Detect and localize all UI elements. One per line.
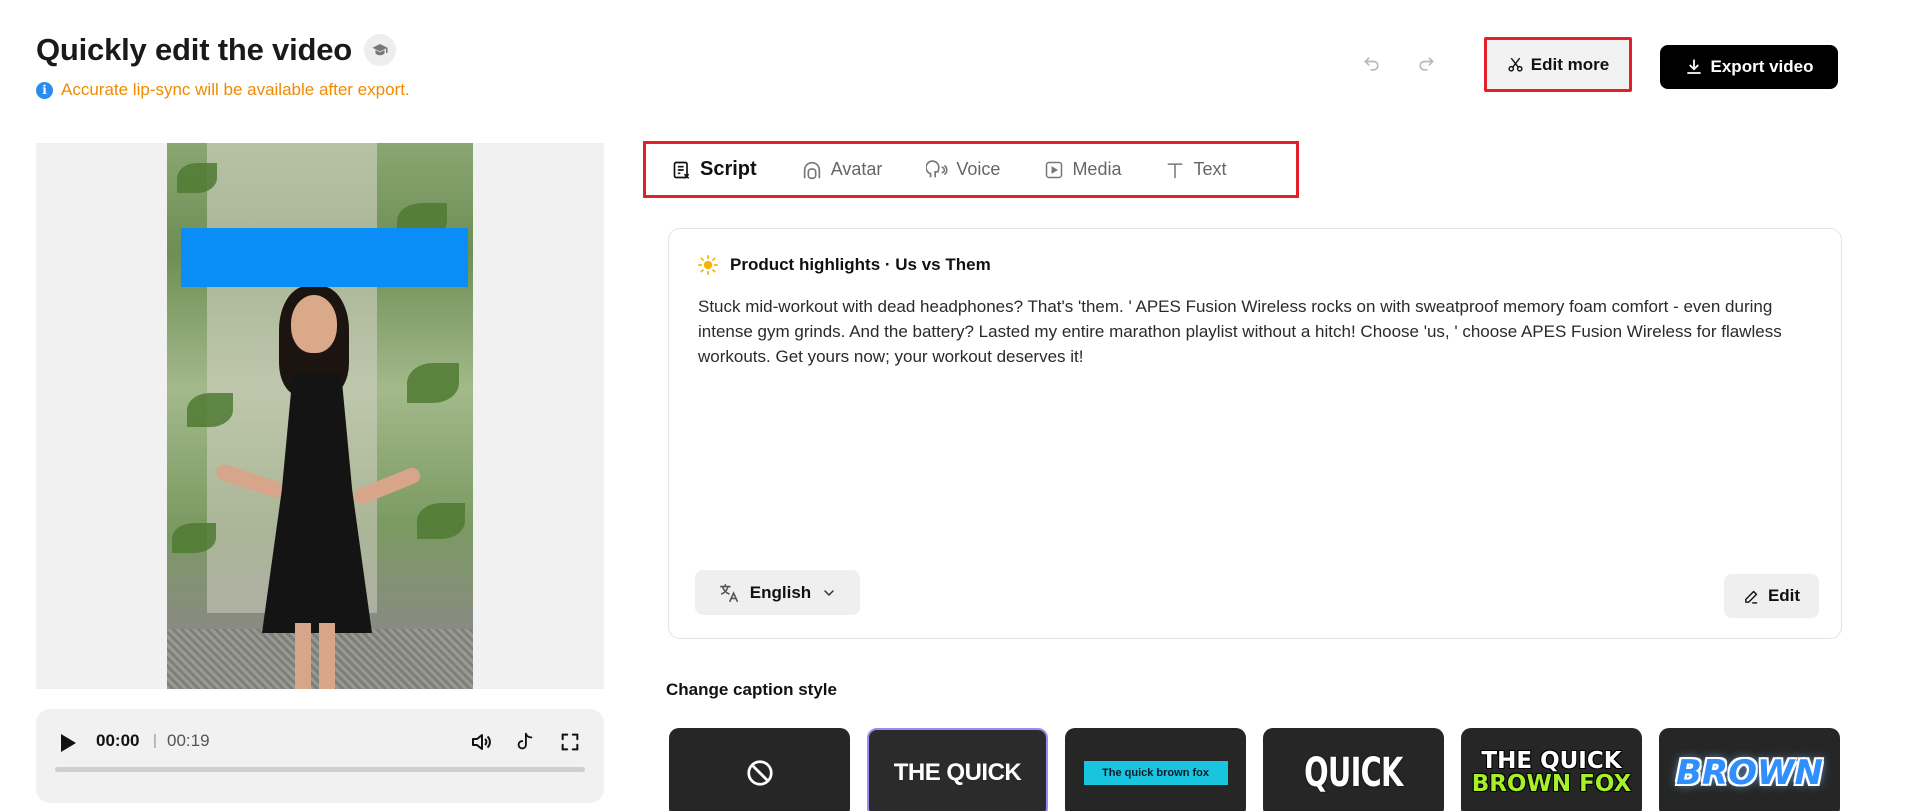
caption-overlay-bar[interactable]: [181, 228, 468, 287]
leaf: [177, 163, 217, 193]
pencil-icon: [1745, 590, 1758, 604]
caption-sample-combo-line1: THE QUICK: [1481, 748, 1622, 774]
no-style-icon: [746, 760, 773, 786]
caption-sample-impact: QUICK: [1304, 750, 1403, 796]
caption-style-none[interactable]: [669, 728, 850, 811]
caption-style-the-quick[interactable]: THE QUICK: [867, 728, 1048, 811]
play-icon[interactable]: [58, 731, 82, 759]
caption-style-quick-brown-fox-banner[interactable]: The quick brown fox: [1065, 728, 1246, 811]
tab-voice[interactable]: Voice: [926, 159, 1000, 181]
caption-styles-list: THE QUICK The quick brown fox QUICK THE …: [669, 728, 1840, 811]
tab-avatar[interactable]: Avatar: [801, 159, 883, 181]
translate-icon: [719, 583, 738, 602]
caption-sample-banner: The quick brown fox: [1083, 761, 1228, 785]
tab-voice-label: Voice: [956, 159, 1001, 179]
tab-script-label: Script: [700, 158, 757, 180]
page-title: Quickly edit the video: [36, 32, 353, 67]
tab-avatar-label: Avatar: [830, 159, 883, 179]
script-card: Product highlights · Us vs Them Stuck mi…: [668, 228, 1842, 639]
tab-media-label: Media: [1072, 159, 1122, 179]
person-legs: [295, 623, 335, 689]
caption-sample-the-quick: THE QUICK: [893, 759, 1022, 786]
script-icon: [673, 161, 690, 179]
title-row: Quickly edit the video: [36, 32, 397, 68]
leaf: [407, 363, 459, 403]
script-heading-row: Product highlights · Us vs Them: [698, 255, 991, 275]
leaf: [172, 523, 216, 553]
script-heading: Product highlights · Us vs Them: [730, 255, 991, 274]
editor-tabs: Script Avatar Voice Media Text: [643, 141, 1299, 198]
tab-text-label: Text: [1193, 159, 1227, 179]
caption-style-brown-glow[interactable]: BROWN: [1659, 728, 1840, 811]
undo-redo-group: [1360, 52, 1438, 76]
fullscreen-icon[interactable]: [557, 729, 583, 755]
text-icon: [1168, 162, 1183, 178]
caption-style-quick-brown-fox-combo[interactable]: THE QUICK BROWN FOX: [1461, 728, 1642, 811]
redo-icon[interactable]: [1414, 52, 1438, 76]
sun-icon: [698, 255, 718, 275]
volume-icon[interactable]: [468, 729, 494, 755]
chevron-down-icon: [824, 589, 834, 596]
media-icon: [1046, 161, 1063, 178]
leaf: [417, 503, 465, 539]
caption-sample-brown: BROWN: [1676, 753, 1823, 793]
export-video-button[interactable]: Export video: [1660, 45, 1838, 89]
page: Quickly edit the video i Accurate lip-sy…: [0, 0, 1919, 811]
caption-sample-combo: THE QUICK BROWN FOX: [1472, 750, 1632, 796]
tab-media[interactable]: Media: [1044, 159, 1121, 180]
tab-text[interactable]: Text: [1165, 159, 1226, 181]
video-player-controls: 00:00 | 00:19: [36, 709, 604, 803]
voice-icon: [926, 159, 948, 177]
script-body[interactable]: Stuck mid-workout with dead headphones? …: [698, 294, 1818, 369]
scissors-icon: [1508, 57, 1523, 72]
video-frame[interactable]: [167, 143, 473, 689]
tab-script[interactable]: Script: [672, 158, 757, 181]
person-head: [291, 295, 337, 353]
export-label: Export video: [1710, 57, 1814, 76]
language-label: English: [749, 582, 812, 602]
edit-script-button[interactable]: Edit: [1724, 574, 1819, 618]
tiktok-icon[interactable]: [512, 729, 538, 755]
leaf: [187, 393, 233, 427]
edit-label: Edit: [1767, 586, 1801, 605]
graduation-cap-icon[interactable]: [364, 34, 397, 66]
caption-style-quick-impact[interactable]: QUICK: [1263, 728, 1444, 811]
edit-more-button[interactable]: Edit more: [1484, 37, 1632, 92]
lip-sync-notice: i Accurate lip-sync will be available af…: [36, 80, 410, 100]
current-time: 00:00: [96, 731, 140, 750]
notice-text: Accurate lip-sync will be available afte…: [61, 80, 410, 99]
time-separator: |: [153, 732, 157, 749]
undo-icon[interactable]: [1360, 52, 1384, 76]
avatar-icon: [803, 161, 820, 179]
caption-sample-combo-line2: BROWN FOX: [1471, 771, 1632, 797]
total-time: 00:19: [167, 731, 210, 750]
info-icon: i: [36, 81, 53, 99]
download-icon: [1686, 59, 1701, 74]
caption-style-title: Change caption style: [666, 680, 837, 699]
edit-more-label: Edit more: [1530, 54, 1610, 74]
language-select[interactable]: English: [695, 570, 860, 615]
progress-bar[interactable]: [55, 767, 585, 772]
